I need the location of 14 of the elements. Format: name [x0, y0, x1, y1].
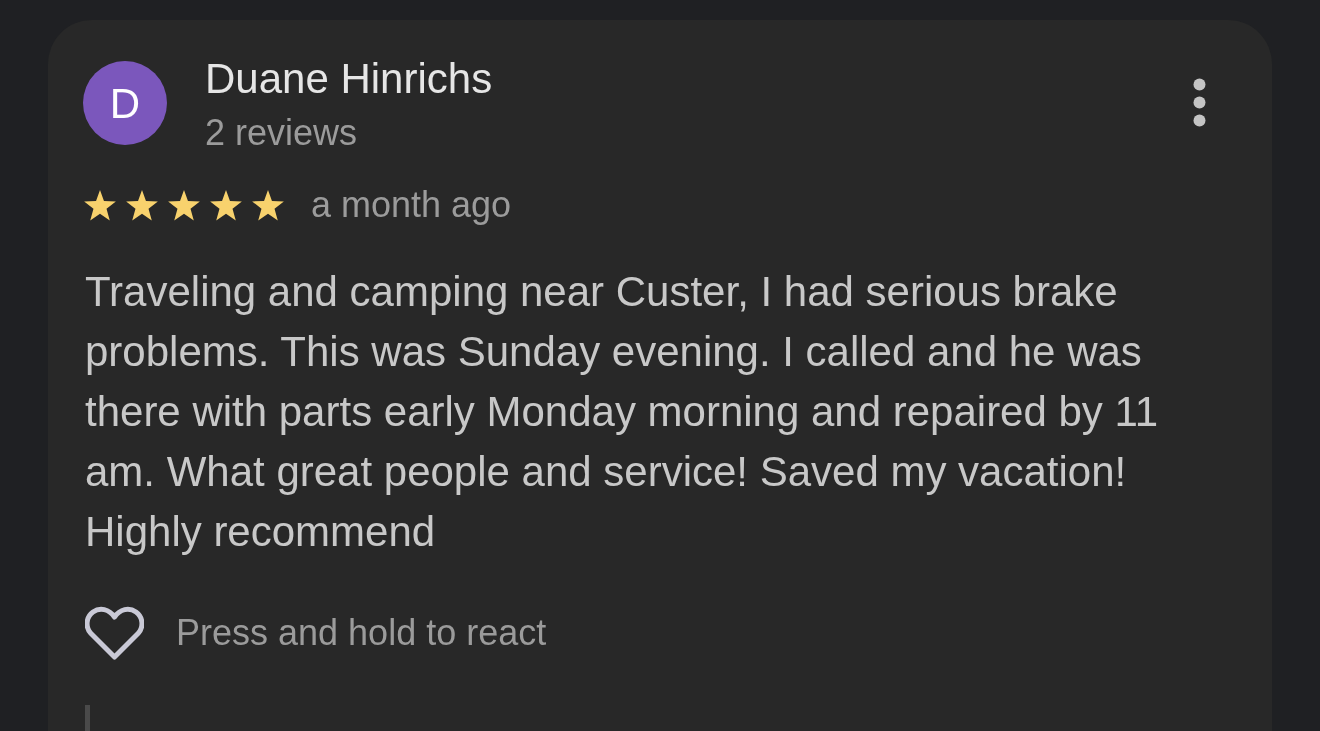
- star-icon: [209, 188, 243, 222]
- review-text: Traveling and camping near Custer, I had serious brake problems. This was Sunday evening. I called and he was there with parts early Monday morning and repaired by 11 am. What great people and service! Saved my vacation! Highly recommend: [85, 267, 1160, 557]
- avatar[interactable]: D: [83, 61, 167, 145]
- star-icon: [125, 188, 159, 222]
- star-icon: [83, 188, 117, 222]
- star-icon: [251, 188, 285, 222]
- reviewer-name[interactable]: Duane Hinrichs: [205, 55, 493, 103]
- more-vertical-icon: [1192, 77, 1206, 127]
- star-icon: [167, 188, 201, 222]
- react-button[interactable]: Press and hold to react: [85, 606, 547, 660]
- review-time: a month ago: [311, 185, 512, 225]
- more-options-button[interactable]: [1192, 77, 1206, 127]
- review-count: 2 reviews: [205, 112, 358, 154]
- heart-icon: [85, 606, 144, 660]
